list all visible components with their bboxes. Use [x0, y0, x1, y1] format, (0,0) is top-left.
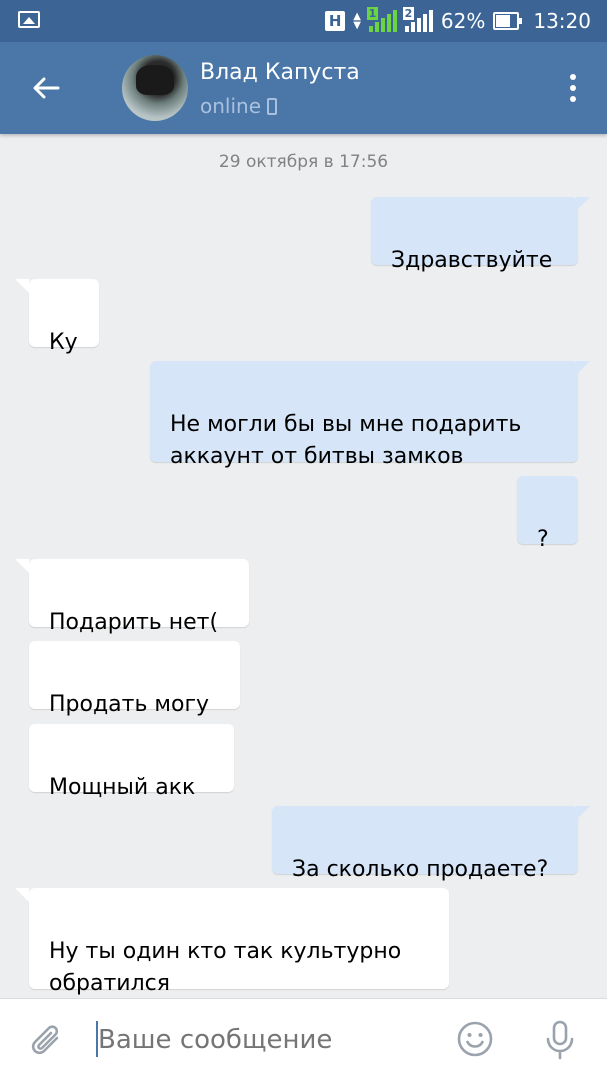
battery-percent: 62% — [440, 9, 486, 33]
message-text: Здравствуйте — [391, 248, 553, 273]
network-type: H — [325, 11, 346, 31]
message-text: За сколько продаете? — [292, 857, 549, 882]
message-incoming[interactable]: Ну ты один кто так культурно обратился — [15, 888, 449, 996]
signal-icon-sim2: 2 — [402, 7, 433, 32]
status-bar: H ▲ ▼ 1 2 62% 13:20 — [0, 0, 607, 42]
message-outgoing[interactable]: За сколько продаете? — [272, 806, 590, 882]
contact-status: online — [200, 94, 278, 118]
message-incoming[interactable]: Продать могу — [29, 641, 240, 717]
mobile-phone-icon — [267, 97, 278, 115]
emoji-smile-icon[interactable] — [457, 1021, 493, 1057]
gallery-icon — [18, 11, 40, 28]
status-text: online — [200, 94, 262, 118]
message-composer — [0, 998, 607, 1081]
battery-icon — [493, 12, 523, 30]
chat-header: Влад Капуста online — [0, 42, 607, 134]
message-text: Продать могу — [49, 692, 210, 717]
avatar[interactable] — [122, 55, 188, 121]
message-incoming[interactable]: Подарить нет( — [15, 559, 249, 635]
date-separator: 29 октября в 17:56 — [218, 152, 389, 172]
message-text: Ну ты один кто так культурно обратился — [49, 939, 402, 996]
microphone-icon[interactable] — [542, 1019, 578, 1061]
message-text: ? — [537, 527, 549, 552]
message-outgoing[interactable]: Здравствуйте — [371, 197, 590, 273]
message-incoming[interactable]: Ку — [15, 279, 99, 355]
back-arrow-icon[interactable] — [28, 70, 64, 106]
signal-icon: 1 — [366, 7, 397, 32]
message-text: Ку — [49, 330, 78, 355]
message-outgoing[interactable]: Не могли бы вы мне подарить аккаунт от б… — [150, 361, 590, 469]
message-outgoing[interactable]: ? — [517, 476, 578, 552]
attach-paperclip-icon[interactable] — [30, 1021, 64, 1061]
data-arrows-icon: ▲ ▼ — [353, 11, 361, 31]
contact-name[interactable]: Влад Капуста — [200, 60, 360, 85]
message-text: Подарить нет( — [49, 610, 219, 635]
clock: 13:20 — [533, 9, 591, 33]
message-incoming[interactable]: Мощный акк — [29, 724, 234, 800]
more-menu-icon[interactable] — [563, 70, 583, 106]
message-input[interactable] — [98, 1025, 428, 1055]
message-text: Не могли бы вы мне подарить аккаунт от б… — [170, 412, 522, 469]
message-text: Мощный акк — [49, 775, 196, 800]
